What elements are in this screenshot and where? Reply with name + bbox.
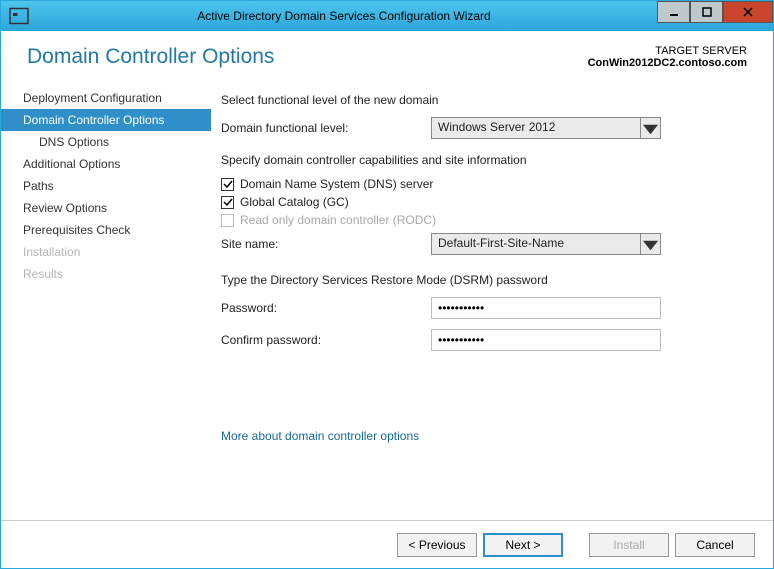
- label-confirm: Confirm password:: [221, 333, 431, 347]
- confirm-password-field[interactable]: [431, 329, 661, 351]
- label-password: Password:: [221, 301, 431, 315]
- sidebar-item-prereq[interactable]: Prerequisites Check: [1, 219, 211, 241]
- checkbox-gc[interactable]: [221, 196, 234, 209]
- sidebar-item-paths[interactable]: Paths: [1, 175, 211, 197]
- combo-site-name-value: Default-First-Site-Name: [431, 233, 641, 255]
- target-server-block: TARGET SERVER ConWin2012DC2.contoso.com: [588, 45, 747, 69]
- app-icon: [7, 4, 31, 28]
- form-panel: Select functional level of the new domai…: [211, 77, 773, 520]
- wizard-window: Active Directory Domain Services Configu…: [0, 0, 774, 569]
- chevron-down-icon[interactable]: [641, 233, 661, 255]
- window-title: Active Directory Domain Services Configu…: [31, 9, 657, 23]
- target-label: TARGET SERVER: [588, 45, 747, 57]
- window-controls: [657, 1, 773, 31]
- next-button[interactable]: Next >: [483, 533, 563, 557]
- sidebar-item-review[interactable]: Review Options: [1, 197, 211, 219]
- maximize-button[interactable]: [690, 1, 723, 23]
- page-title: Domain Controller Options: [27, 45, 274, 69]
- sidebar-item-deployment[interactable]: Deployment Configuration: [1, 87, 211, 109]
- sidebar-item-results: Results: [1, 263, 211, 285]
- password-field[interactable]: [431, 297, 661, 319]
- checkbox-row-dns[interactable]: Domain Name System (DNS) server: [221, 177, 745, 191]
- label-rodc: Read only domain controller (RODC): [240, 213, 436, 227]
- close-button[interactable]: [723, 1, 773, 23]
- sidebar-item-dc-options[interactable]: Domain Controller Options: [1, 109, 211, 131]
- header-row: Domain Controller Options TARGET SERVER …: [1, 31, 773, 77]
- section-dsrm: Type the Directory Services Restore Mode…: [221, 273, 745, 287]
- install-button: Install: [589, 533, 669, 557]
- footer: < Previous Next > Install Cancel: [1, 520, 773, 568]
- row-password: Password:: [221, 297, 745, 319]
- content-area: Domain Controller Options TARGET SERVER …: [1, 31, 773, 568]
- sidebar: Deployment Configuration Domain Controll…: [1, 77, 211, 520]
- row-confirm: Confirm password:: [221, 329, 745, 351]
- minimize-button[interactable]: [657, 1, 690, 23]
- combo-site-name[interactable]: Default-First-Site-Name: [431, 233, 661, 255]
- label-site-name: Site name:: [221, 237, 431, 251]
- row-site-name: Site name: Default-First-Site-Name: [221, 233, 745, 255]
- sidebar-item-additional[interactable]: Additional Options: [1, 153, 211, 175]
- target-server-name: ConWin2012DC2.contoso.com: [588, 57, 747, 69]
- combo-domain-func[interactable]: Windows Server 2012: [431, 117, 661, 139]
- checkbox-row-gc[interactable]: Global Catalog (GC): [221, 195, 745, 209]
- section-capabilities: Specify domain controller capabilities a…: [221, 153, 745, 167]
- titlebar: Active Directory Domain Services Configu…: [1, 1, 773, 31]
- label-dns: Domain Name System (DNS) server: [240, 177, 433, 191]
- checkbox-dns[interactable]: [221, 178, 234, 191]
- checkbox-rodc: [221, 214, 234, 227]
- chevron-down-icon[interactable]: [641, 117, 661, 139]
- combo-domain-func-value: Windows Server 2012: [431, 117, 641, 139]
- link-more-about[interactable]: More about domain controller options: [221, 429, 419, 443]
- cancel-button[interactable]: Cancel: [675, 533, 755, 557]
- label-gc: Global Catalog (GC): [240, 195, 349, 209]
- previous-button[interactable]: < Previous: [397, 533, 477, 557]
- main-area: Deployment Configuration Domain Controll…: [1, 77, 773, 520]
- checkbox-row-rodc: Read only domain controller (RODC): [221, 213, 745, 227]
- sidebar-item-dns-options[interactable]: DNS Options: [1, 131, 211, 153]
- sidebar-item-installation: Installation: [1, 241, 211, 263]
- row-domain-func: Domain functional level: Windows Server …: [221, 117, 745, 139]
- section-functional-level: Select functional level of the new domai…: [221, 93, 745, 107]
- label-domain-func: Domain functional level:: [221, 121, 431, 135]
